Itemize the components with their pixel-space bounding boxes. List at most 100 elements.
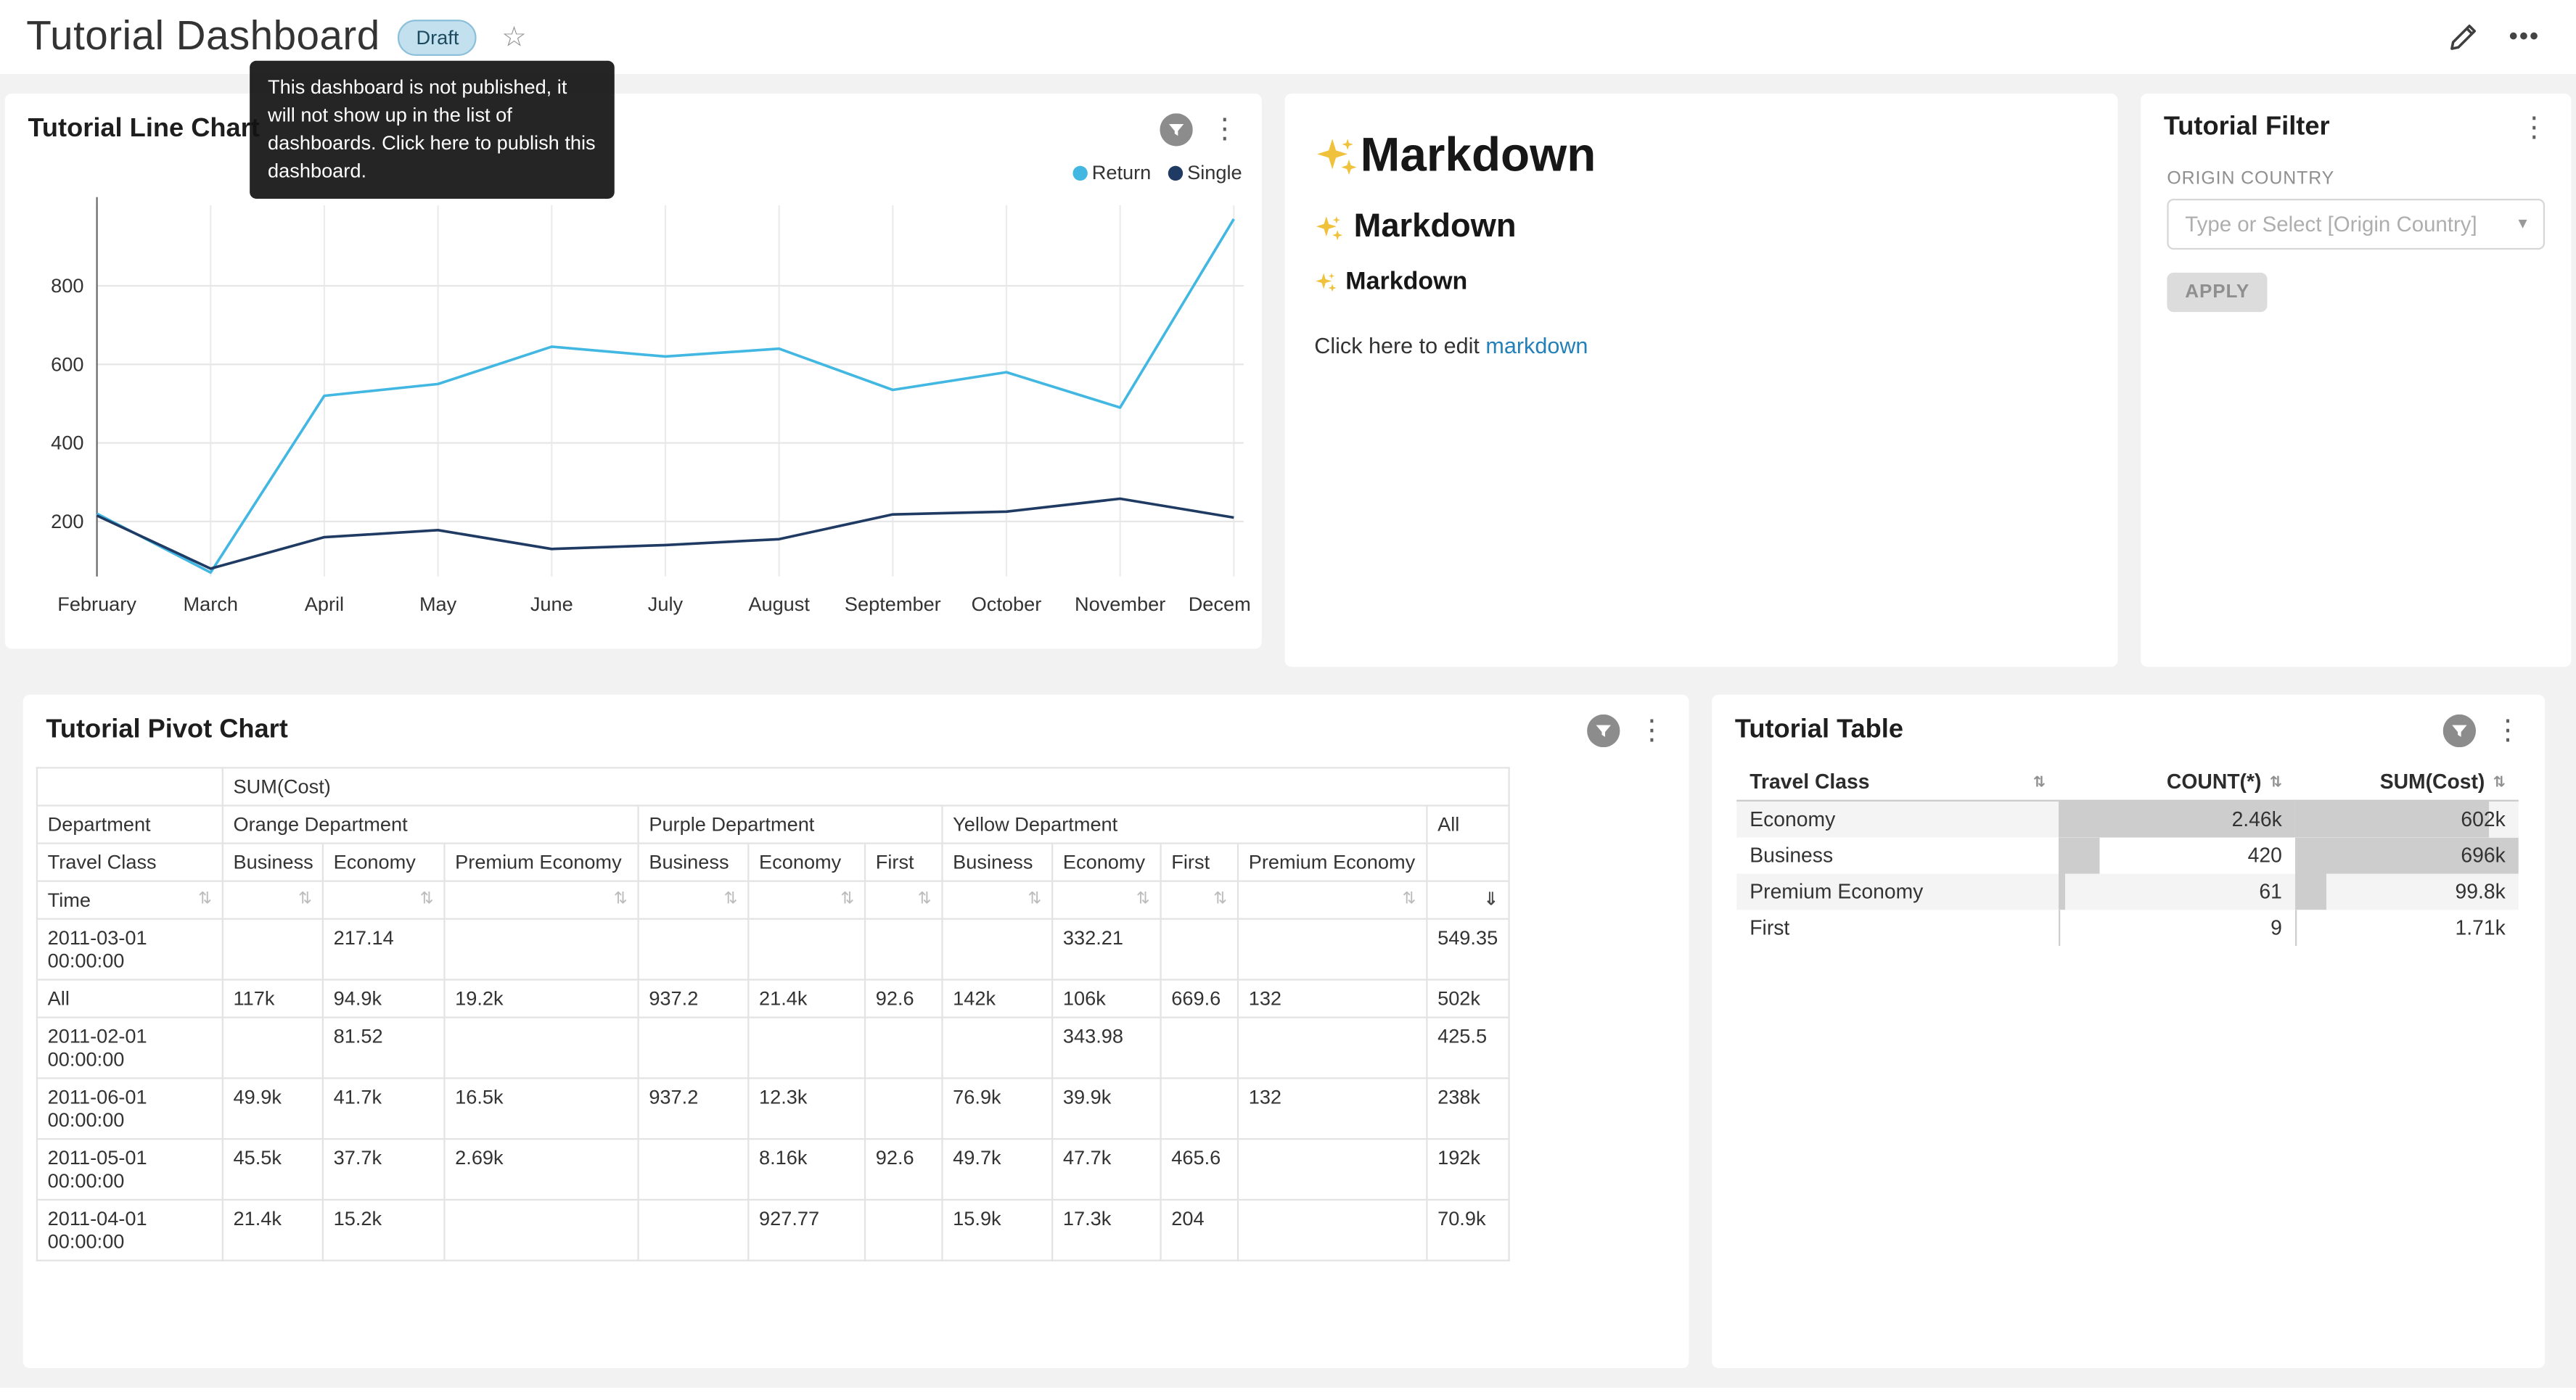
pivot-sort-cell: ⇓ [1427, 881, 1509, 919]
pivot-department-header[interactable]: Yellow Department [942, 806, 1427, 844]
sort-icon[interactable]: ⇅ [420, 889, 434, 912]
dashboard-canvas: Tutorial Line Chart ⋮ ReturnSingle 20040… [0, 74, 2576, 1388]
sort-icon[interactable]: ⇅ [840, 889, 854, 912]
pivot-value-cell: 76.9k [942, 1078, 1052, 1139]
table-container: Travel Class⇅COUNT(*)⇅SUM(Cost)⇅Economy2… [1712, 747, 2545, 946]
pivot-value-cell: 41.7k [323, 1078, 445, 1139]
sparkles-icon [1314, 135, 1358, 179]
pivot-class-header[interactable]: Business [942, 844, 1052, 881]
svg-text:October: October [972, 593, 1042, 615]
count-cell: 61 [2059, 874, 2295, 910]
svg-text:February: February [57, 593, 136, 615]
markdown-edit-link[interactable]: markdown [1485, 334, 1588, 358]
pivot-corner-cell [37, 767, 223, 805]
sort-icon[interactable]: ⇅ [2493, 773, 2506, 791]
sort-icon[interactable]: ⇅ [198, 889, 212, 912]
cell-bar [2295, 910, 2296, 946]
table-card-menu-icon[interactable]: ⋮ [2494, 720, 2522, 743]
pivot-class-header[interactable]: Economy [323, 844, 445, 881]
pivot-sort-cell: ⇅ [1161, 881, 1238, 919]
pivot-value-cell [223, 919, 323, 980]
pivot-value-cell [1238, 1018, 1427, 1079]
header-more-icon[interactable]: ••• [2509, 23, 2540, 51]
pivot-value-cell: 669.6 [1161, 980, 1238, 1018]
pivot-value-cell [1161, 1078, 1238, 1139]
pivot-value-cell: 19.2k [444, 980, 638, 1018]
sort-icon[interactable]: ⇅ [1213, 889, 1227, 912]
table-row[interactable]: First91.71k [1736, 910, 2519, 946]
pivot-value-cell: 15.2k [323, 1200, 445, 1261]
pivot-class-header[interactable]: Premium Economy [444, 844, 638, 881]
chart-legend[interactable]: Return Single [5, 147, 1262, 186]
apply-filter-button[interactable]: APPLY [2167, 273, 2268, 312]
pivot-card-menu-icon[interactable]: ⋮ [1638, 720, 1665, 743]
pivot-class-header[interactable]: Business [223, 844, 323, 881]
svg-text:800: 800 [51, 274, 83, 297]
pivot-value-cell [639, 1139, 749, 1200]
origin-country-select[interactable]: Type or Select [Origin Country] ▼ [2167, 199, 2545, 250]
pivot-value-cell: 927.77 [748, 1200, 865, 1261]
column-header-travel-class[interactable]: Travel Class⇅ [1736, 764, 2059, 801]
draft-status-badge[interactable]: Draft [398, 19, 477, 55]
pivot-class-header[interactable]: Economy [1052, 844, 1160, 881]
sort-icon[interactable]: ⇅ [724, 889, 738, 912]
pivot-class-header[interactable]: Business [639, 844, 749, 881]
page-title: Tutorial Dashboard [26, 13, 380, 61]
sort-icon[interactable]: ⇓ [1483, 889, 1498, 912]
travel-class-cell: Premium Economy [1736, 874, 2059, 910]
line-chart[interactable]: 200400600800FebruaryMarchAprilMayJuneJul… [15, 189, 1250, 625]
pivot-measure-header: SUM(Cost) [223, 767, 1509, 805]
table-card-header: Tutorial Table ⋮ [1712, 695, 2545, 747]
pivot-department-header[interactable]: All [1427, 806, 1509, 844]
pivot-value-cell: 21.4k [748, 980, 865, 1018]
pivot-value-cell: 142k [942, 980, 1052, 1018]
pivot-row-label: 2011-04-01 00:00:00 [37, 1200, 223, 1261]
filter-indicator-icon[interactable] [1587, 715, 1620, 747]
sort-icon[interactable]: ⇅ [918, 889, 932, 912]
markdown-card[interactable]: Markdown Markdown Markdown Click here to… [1285, 94, 2118, 667]
travel-class-cell: Business [1736, 838, 2059, 874]
legend-item[interactable]: Return [1072, 160, 1152, 186]
pivot-class-header[interactable]: Premium Economy [1238, 844, 1427, 881]
pivot-sort-cell: ⇅ [323, 881, 445, 919]
filter-card-title: Tutorial Filter [2164, 113, 2330, 143]
sort-icon[interactable]: ⇅ [614, 889, 628, 912]
filter-indicator-icon[interactable] [1160, 113, 1192, 146]
pivot-department-header[interactable]: Purple Department [639, 806, 943, 844]
markdown-edit-text: Click here to edit [1314, 334, 1485, 358]
column-header-count[interactable]: COUNT(*)⇅ [2059, 764, 2295, 801]
header-actions: ••• [2448, 21, 2550, 52]
chevron-down-icon: ▼ [2516, 215, 2530, 232]
column-header-sum-cost[interactable]: SUM(Cost)⇅ [2295, 764, 2519, 801]
select-placeholder: Type or Select [Origin Country] [2185, 212, 2477, 236]
pivot-value-cell: 39.9k [1052, 1078, 1160, 1139]
sort-icon[interactable]: ⇅ [1403, 889, 1416, 912]
pivot-sort-cell: ⇅ [865, 881, 942, 919]
sort-icon[interactable]: ⇅ [1027, 889, 1041, 912]
legend-item[interactable]: Single [1168, 160, 1242, 186]
sort-icon[interactable]: ⇅ [298, 889, 312, 912]
filter-card-menu-icon[interactable]: ⋮ [2520, 117, 2548, 140]
filter-indicator-icon[interactable] [2443, 715, 2476, 747]
pivot-sort-cell: ⇅ [639, 881, 749, 919]
pivot-class-header[interactable]: First [1161, 844, 1238, 881]
edit-dashboard-icon[interactable] [2448, 21, 2479, 52]
sort-icon[interactable]: ⇅ [2033, 773, 2046, 791]
table-row[interactable]: Business420696k [1736, 838, 2519, 874]
table-row[interactable]: Premium Economy6199.8k [1736, 874, 2519, 910]
favorite-star-icon[interactable]: ☆ [501, 20, 527, 53]
cell-bar [2059, 874, 2064, 910]
sort-icon[interactable]: ⇅ [1136, 889, 1150, 912]
sort-icon[interactable]: ⇅ [2270, 773, 2282, 791]
pivot-class-header[interactable] [1427, 844, 1509, 881]
pivot-class-header[interactable]: First [865, 844, 942, 881]
pivot-value-cell [748, 919, 865, 980]
table-row[interactable]: Economy2.46k602k [1736, 801, 2519, 838]
pivot-class-header[interactable]: Economy [748, 844, 865, 881]
pivot-department-header[interactable]: Orange Department [223, 806, 639, 844]
line-chart-menu-icon[interactable]: ⋮ [1211, 118, 1239, 141]
pivot-value-cell: 94.9k [323, 980, 445, 1018]
pivot-value-cell [1161, 919, 1238, 980]
pivot-value-cell: 15.9k [942, 1200, 1052, 1261]
pivot-table-container: SUM(Cost)DepartmentOrange DepartmentPurp… [23, 747, 1689, 1261]
